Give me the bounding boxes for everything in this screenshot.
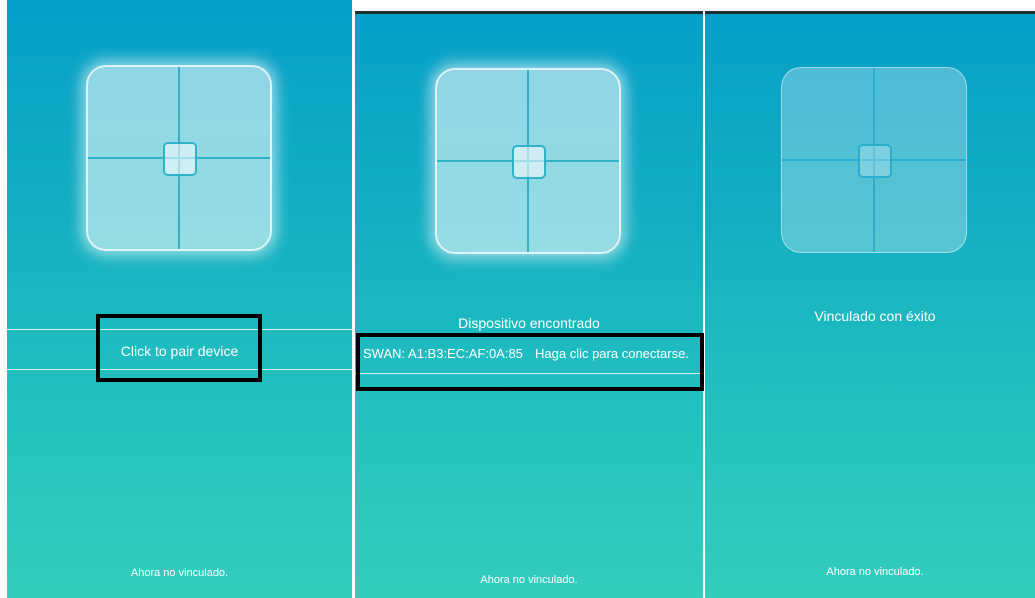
pairing-status: Ahora no vinculado. <box>130 567 229 579</box>
highlight-box-device <box>356 333 704 391</box>
pairing-status: Ahora no vinculado. <box>480 574 578 586</box>
smart-scale-icon <box>86 65 272 251</box>
pairing-screen-1: Click to pair device Ahora no vinculado. <box>7 0 352 598</box>
highlight-box-pair <box>96 314 262 382</box>
smart-scale-icon <box>781 67 967 253</box>
pairing-screen-3: Vinculado con éxito Ahora no vinculado. <box>705 11 1035 598</box>
status-bar <box>705 11 1035 14</box>
smart-scale-icon <box>435 68 621 254</box>
status-bar <box>355 11 703 14</box>
pairing-status: Ahora no vinculado. <box>826 566 924 578</box>
pairing-screen-2: Dispositivo encontrado SWAN: A1:B3:EC:AF… <box>355 11 703 598</box>
paired-success-title: Vinculado con éxito <box>814 308 936 324</box>
device-found-title: Dispositivo encontrado <box>458 315 600 331</box>
